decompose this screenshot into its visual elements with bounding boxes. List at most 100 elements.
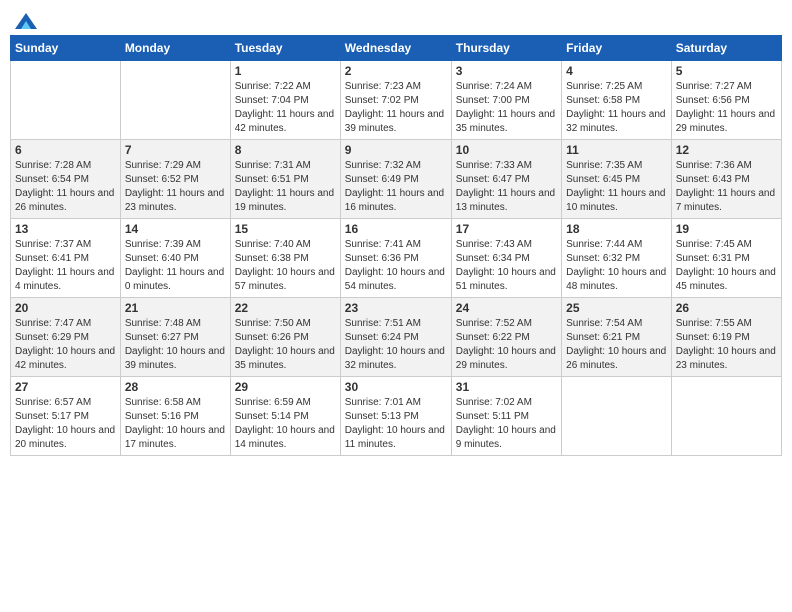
day-detail: Sunrise: 7:23 AM Sunset: 7:02 PM Dayligh… bbox=[345, 80, 447, 136]
calendar-cell: 19 Sunrise: 7:45 AM Sunset: 6:31 PM Dayli… bbox=[671, 219, 781, 298]
calendar-cell bbox=[120, 61, 230, 140]
page-header bbox=[10, 10, 782, 27]
day-number: 11 bbox=[566, 143, 667, 157]
calendar-cell: 30 Sunrise: 7:01 AM Sunset: 5:13 PM Dayli… bbox=[340, 377, 451, 456]
calendar-header-tuesday: Tuesday bbox=[230, 36, 340, 61]
calendar-week-1: 1 Sunrise: 7:22 AM Sunset: 7:04 PM Daylig… bbox=[11, 61, 782, 140]
day-number: 10 bbox=[456, 143, 557, 157]
day-detail: Sunrise: 7:25 AM Sunset: 6:58 PM Dayligh… bbox=[566, 80, 667, 136]
calendar-cell: 12 Sunrise: 7:36 AM Sunset: 6:43 PM Dayli… bbox=[671, 140, 781, 219]
day-detail: Sunrise: 7:48 AM Sunset: 6:27 PM Dayligh… bbox=[125, 317, 226, 373]
calendar-cell bbox=[671, 377, 781, 456]
day-number: 15 bbox=[235, 222, 336, 236]
calendar-cell: 13 Sunrise: 7:37 AM Sunset: 6:41 PM Dayli… bbox=[11, 219, 121, 298]
calendar-cell: 22 Sunrise: 7:50 AM Sunset: 6:26 PM Dayli… bbox=[230, 298, 340, 377]
calendar-cell: 2 Sunrise: 7:23 AM Sunset: 7:02 PM Daylig… bbox=[340, 61, 451, 140]
calendar-cell: 6 Sunrise: 7:28 AM Sunset: 6:54 PM Daylig… bbox=[11, 140, 121, 219]
calendar-cell: 27Sunrise: 6:57 AM Sunset: 5:17 PM Dayli… bbox=[11, 377, 121, 456]
calendar-cell: 18 Sunrise: 7:44 AM Sunset: 6:32 PM Dayli… bbox=[562, 219, 672, 298]
logo-icon bbox=[15, 13, 37, 29]
calendar-cell: 9 Sunrise: 7:32 AM Sunset: 6:49 PM Daylig… bbox=[340, 140, 451, 219]
calendar-header-wednesday: Wednesday bbox=[340, 36, 451, 61]
day-detail: Sunrise: 7:28 AM Sunset: 6:54 PM Dayligh… bbox=[15, 159, 116, 215]
day-detail: Sunrise: 6:58 AM Sunset: 5:16 PM Dayligh… bbox=[125, 396, 226, 452]
day-number: 22 bbox=[235, 301, 336, 315]
calendar-cell: 5 Sunrise: 7:27 AM Sunset: 6:56 PM Daylig… bbox=[671, 61, 781, 140]
day-number: 28 bbox=[125, 380, 226, 394]
calendar-cell bbox=[11, 61, 121, 140]
calendar-header-row: SundayMondayTuesdayWednesdayThursdayFrid… bbox=[11, 36, 782, 61]
calendar-week-2: 6 Sunrise: 7:28 AM Sunset: 6:54 PM Daylig… bbox=[11, 140, 782, 219]
calendar-header-sunday: Sunday bbox=[11, 36, 121, 61]
day-detail: Sunrise: 7:40 AM Sunset: 6:38 PM Dayligh… bbox=[235, 238, 336, 294]
day-number: 31 bbox=[456, 380, 557, 394]
day-number: 30 bbox=[345, 380, 447, 394]
day-number: 16 bbox=[345, 222, 447, 236]
day-detail: Sunrise: 7:50 AM Sunset: 6:26 PM Dayligh… bbox=[235, 317, 336, 373]
calendar-cell: 21 Sunrise: 7:48 AM Sunset: 6:27 PM Dayli… bbox=[120, 298, 230, 377]
day-detail: Sunrise: 7:47 AM Sunset: 6:29 PM Dayligh… bbox=[15, 317, 116, 373]
calendar-table: SundayMondayTuesdayWednesdayThursdayFrid… bbox=[10, 35, 782, 456]
calendar-cell: 17Sunrise: 7:43 AM Sunset: 6:34 PM Dayli… bbox=[451, 219, 561, 298]
day-detail: Sunrise: 7:52 AM Sunset: 6:22 PM Dayligh… bbox=[456, 317, 557, 373]
day-detail: Sunrise: 7:02 AM Sunset: 5:11 PM Dayligh… bbox=[456, 396, 557, 452]
day-number: 7 bbox=[125, 143, 226, 157]
calendar-header-monday: Monday bbox=[120, 36, 230, 61]
day-number: 8 bbox=[235, 143, 336, 157]
day-number: 4 bbox=[566, 64, 667, 78]
day-number: 5 bbox=[676, 64, 777, 78]
day-detail: Sunrise: 7:01 AM Sunset: 5:13 PM Dayligh… bbox=[345, 396, 447, 452]
day-number: 27 bbox=[15, 380, 116, 394]
day-number: 9 bbox=[345, 143, 447, 157]
calendar-cell: 15 Sunrise: 7:40 AM Sunset: 6:38 PM Dayli… bbox=[230, 219, 340, 298]
calendar-header-friday: Friday bbox=[562, 36, 672, 61]
day-number: 25 bbox=[566, 301, 667, 315]
day-number: 18 bbox=[566, 222, 667, 236]
day-number: 29 bbox=[235, 380, 336, 394]
day-number: 24 bbox=[456, 301, 557, 315]
day-detail: Sunrise: 7:27 AM Sunset: 6:56 PM Dayligh… bbox=[676, 80, 777, 136]
day-number: 19 bbox=[676, 222, 777, 236]
day-detail: Sunrise: 7:31 AM Sunset: 6:51 PM Dayligh… bbox=[235, 159, 336, 215]
day-number: 21 bbox=[125, 301, 226, 315]
calendar-cell bbox=[562, 377, 672, 456]
day-detail: Sunrise: 7:35 AM Sunset: 6:45 PM Dayligh… bbox=[566, 159, 667, 215]
day-detail: Sunrise: 7:55 AM Sunset: 6:19 PM Dayligh… bbox=[676, 317, 777, 373]
day-number: 6 bbox=[15, 143, 116, 157]
day-number: 13 bbox=[15, 222, 116, 236]
logo-text bbox=[14, 10, 38, 31]
calendar-cell: 25 Sunrise: 7:54 AM Sunset: 6:21 PM Dayli… bbox=[562, 298, 672, 377]
day-detail: Sunrise: 7:29 AM Sunset: 6:52 PM Dayligh… bbox=[125, 159, 226, 215]
day-detail: Sunrise: 7:32 AM Sunset: 6:49 PM Dayligh… bbox=[345, 159, 447, 215]
day-detail: Sunrise: 7:41 AM Sunset: 6:36 PM Dayligh… bbox=[345, 238, 447, 294]
day-number: 3 bbox=[456, 64, 557, 78]
day-detail: Sunrise: 7:37 AM Sunset: 6:41 PM Dayligh… bbox=[15, 238, 116, 294]
calendar-week-5: 27Sunrise: 6:57 AM Sunset: 5:17 PM Dayli… bbox=[11, 377, 782, 456]
calendar-cell: 10Sunrise: 7:33 AM Sunset: 6:47 PM Dayli… bbox=[451, 140, 561, 219]
day-detail: Sunrise: 7:54 AM Sunset: 6:21 PM Dayligh… bbox=[566, 317, 667, 373]
calendar-cell: 4 Sunrise: 7:25 AM Sunset: 6:58 PM Daylig… bbox=[562, 61, 672, 140]
calendar-cell: 1 Sunrise: 7:22 AM Sunset: 7:04 PM Daylig… bbox=[230, 61, 340, 140]
day-detail: Sunrise: 7:45 AM Sunset: 6:31 PM Dayligh… bbox=[676, 238, 777, 294]
day-detail: Sunrise: 7:44 AM Sunset: 6:32 PM Dayligh… bbox=[566, 238, 667, 294]
calendar-week-4: 20Sunrise: 7:47 AM Sunset: 6:29 PM Dayli… bbox=[11, 298, 782, 377]
day-number: 2 bbox=[345, 64, 447, 78]
calendar-cell: 23 Sunrise: 7:51 AM Sunset: 6:24 PM Dayli… bbox=[340, 298, 451, 377]
day-number: 1 bbox=[235, 64, 336, 78]
logo bbox=[14, 10, 38, 27]
day-number: 26 bbox=[676, 301, 777, 315]
calendar-cell: 16 Sunrise: 7:41 AM Sunset: 6:36 PM Dayli… bbox=[340, 219, 451, 298]
calendar-week-3: 13 Sunrise: 7:37 AM Sunset: 6:41 PM Dayli… bbox=[11, 219, 782, 298]
calendar-header-saturday: Saturday bbox=[671, 36, 781, 61]
day-number: 12 bbox=[676, 143, 777, 157]
day-detail: Sunrise: 7:43 AM Sunset: 6:34 PM Dayligh… bbox=[456, 238, 557, 294]
day-detail: Sunrise: 7:36 AM Sunset: 6:43 PM Dayligh… bbox=[676, 159, 777, 215]
calendar-cell: 11 Sunrise: 7:35 AM Sunset: 6:45 PM Dayli… bbox=[562, 140, 672, 219]
day-number: 23 bbox=[345, 301, 447, 315]
calendar-cell: 31 Sunrise: 7:02 AM Sunset: 5:11 PM Dayli… bbox=[451, 377, 561, 456]
day-detail: Sunrise: 7:39 AM Sunset: 6:40 PM Dayligh… bbox=[125, 238, 226, 294]
day-detail: Sunrise: 7:22 AM Sunset: 7:04 PM Dayligh… bbox=[235, 80, 336, 136]
calendar-cell: 8 Sunrise: 7:31 AM Sunset: 6:51 PM Daylig… bbox=[230, 140, 340, 219]
day-detail: Sunrise: 7:51 AM Sunset: 6:24 PM Dayligh… bbox=[345, 317, 447, 373]
calendar-cell: 14Sunrise: 7:39 AM Sunset: 6:40 PM Dayli… bbox=[120, 219, 230, 298]
